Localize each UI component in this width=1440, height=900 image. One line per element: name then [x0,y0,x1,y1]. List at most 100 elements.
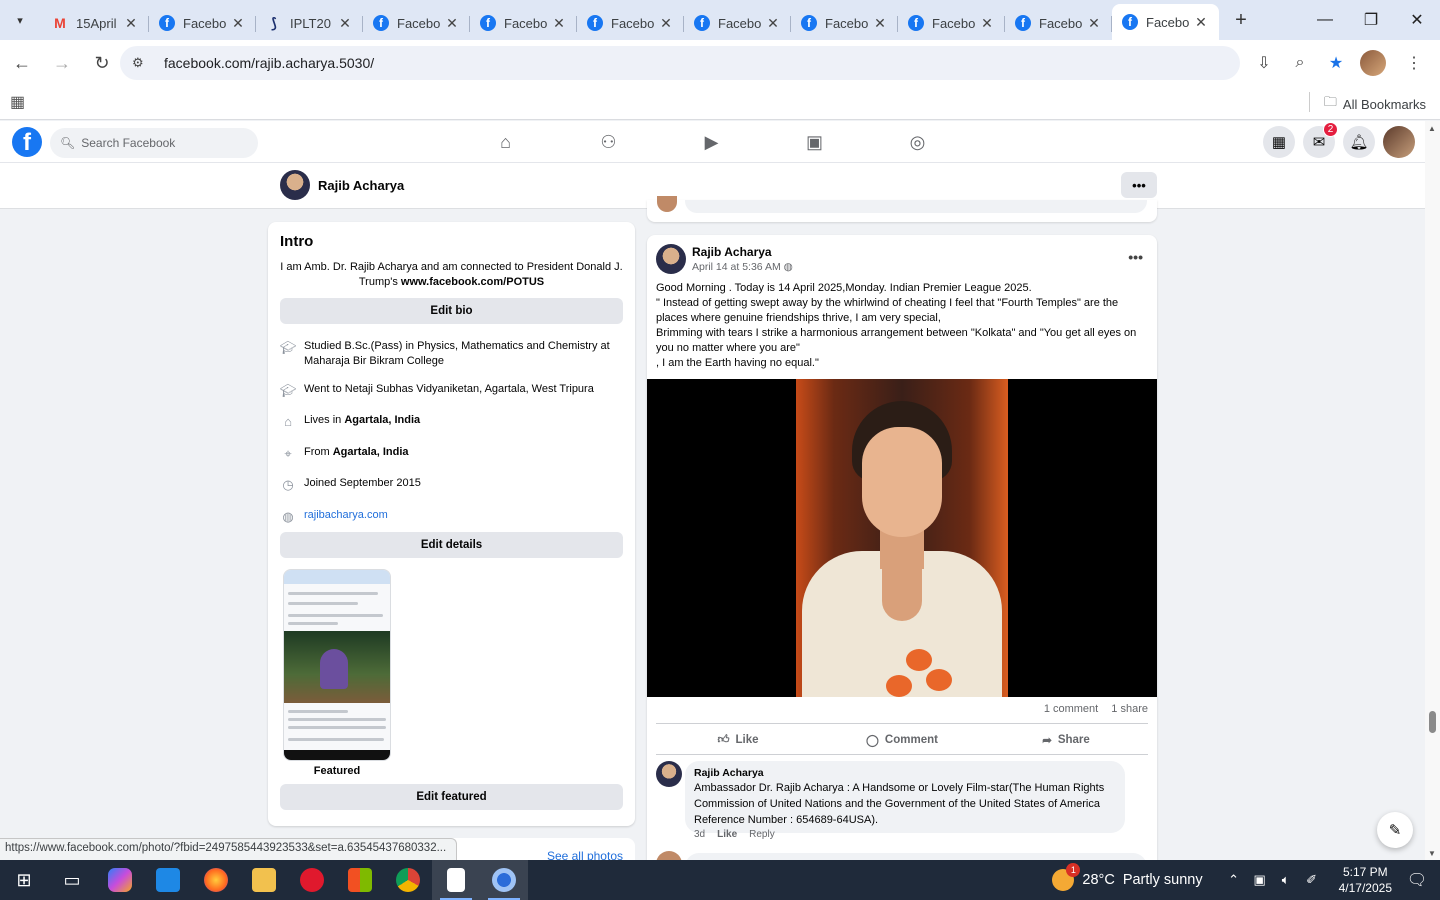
browser-tab[interactable]: ⟆ IPLT20 ✕ [256,6,363,40]
site-info-icon[interactable]: ⚙ [132,55,150,71]
minimize-icon[interactable]: — [1302,0,1348,40]
browser-tab[interactable]: f Facebo ✕ [1112,4,1219,40]
comments-count[interactable]: 1 comment [1044,703,1098,715]
post-timestamp[interactable]: April 14 at 5:36 AM ◍ [692,261,793,273]
featured-thumbnail[interactable] [283,569,391,761]
url-text[interactable]: facebook.com/rajib.acharya.5030/ [164,55,374,71]
notifications-bell-icon[interactable]: 🔔︎ [1343,126,1375,158]
browser-tab[interactable]: f Facebo ✕ [898,6,1005,40]
task-view-icon[interactable]: ▭ [48,860,96,900]
close-tab-icon[interactable]: ✕ [230,15,246,32]
scrollbar-thumb[interactable] [1429,711,1436,733]
tab-search-button[interactable]: ▾ [6,6,34,34]
messenger-icon[interactable]: ✉ 2 [1303,122,1338,158]
forward-icon[interactable]: → [44,45,80,81]
post-date[interactable]: April 14 at 5:36 AM [692,261,781,273]
friends-nav-icon[interactable]: ⚇ [557,121,660,163]
profile-more-button[interactable]: ••• [1121,172,1157,198]
browser-menu-icon[interactable]: ⋮ [1398,47,1430,79]
close-tab-icon[interactable]: ✕ [337,15,353,32]
browser-tab[interactable]: f Facebo ✕ [149,6,256,40]
new-tab-button[interactable]: + [1227,6,1255,34]
restore-icon[interactable]: ❐ [1348,0,1394,40]
close-tab-icon[interactable]: ✕ [872,15,888,32]
close-tab-icon[interactable]: ✕ [979,15,995,32]
like-button[interactable]: 👍︎ Like [656,727,820,753]
browser-tab[interactable]: f Facebo ✕ [363,6,470,40]
windows-start-icon[interactable]: ⊞ [0,860,48,900]
shares-count[interactable]: 1 share [1111,703,1148,715]
post-image[interactable] [647,379,1157,697]
comment-age[interactable]: 3d [694,829,705,840]
close-window-icon[interactable]: ✕ [1394,0,1440,40]
snipping-tool-icon[interactable] [480,860,528,900]
clock[interactable]: 5:17 PM 4/17/2025 [1339,864,1392,896]
comment-reply-link[interactable]: Reply [749,829,775,840]
chrome-icon[interactable] [384,860,432,900]
post-author-name[interactable]: Rajib Acharya [692,245,772,259]
address-bar[interactable]: ⚙ facebook.com/rajib.acharya.5030/ [120,46,1240,80]
lives-in-place[interactable]: Agartala, India [344,414,420,426]
reload-icon[interactable]: ↻ [84,45,120,81]
post-author-avatar[interactable] [656,244,686,274]
close-tab-icon[interactable]: ✕ [1086,15,1102,32]
install-app-icon[interactable]: ⇩ [1248,47,1280,79]
browser-tab[interactable]: f Facebo ✕ [470,6,577,40]
opera-icon[interactable] [288,860,336,900]
edit-bio-button[interactable]: Edit bio [280,298,623,324]
marketplace-nav-icon[interactable]: ▣ [763,121,866,163]
search-input[interactable]: 🔍︎ Search Facebook [50,128,258,158]
pen-icon[interactable]: ✐ [1300,872,1324,888]
bookmark-star-icon[interactable]: ★ [1320,47,1352,79]
close-tab-icon[interactable]: ✕ [1193,14,1209,31]
close-tab-icon[interactable]: ✕ [444,15,460,32]
menu-grid-icon[interactable]: ▦ [1263,126,1295,158]
website-link[interactable]: rajibacharya.com [304,508,388,524]
profile-name[interactable]: Rajib Acharya [318,178,404,193]
scroll-down-arrow-icon[interactable]: ▼ [1428,849,1436,858]
zoom-icon[interactable]: ⌕ [1284,47,1316,79]
notification-center-icon[interactable]: 🗨︎ [1402,870,1432,890]
edit-details-button[interactable]: Edit details [280,532,623,558]
apps-grid-icon[interactable]: ▦ [10,92,25,112]
notepad-icon[interactable] [432,860,480,900]
close-tab-icon[interactable]: ✕ [658,15,674,32]
edit-featured-button[interactable]: Edit featured [280,784,623,810]
browser-profile-avatar[interactable] [1360,50,1386,76]
comment-button[interactable]: ◯ Comment [820,727,984,753]
app-icon-blue[interactable] [144,860,192,900]
from-place[interactable]: Agartala, India [333,446,409,458]
facebook-logo-icon[interactable]: f [12,127,42,157]
file-explorer-icon[interactable] [240,860,288,900]
share-button[interactable]: ➦ Share [984,727,1148,753]
bio-link[interactable]: www.facebook.com/POTUS [401,276,544,288]
account-avatar[interactable] [1383,126,1415,158]
scroll-up-arrow-icon[interactable]: ▲ [1428,124,1436,133]
close-tab-icon[interactable]: ✕ [765,15,781,32]
browser-tab[interactable]: f Facebo ✕ [791,6,898,40]
browser-tab[interactable]: f Facebo ✕ [1005,6,1112,40]
browser-tab[interactable]: f Facebo ✕ [577,6,684,40]
tray-chevron-icon[interactable]: ⌃ [1222,872,1246,888]
home-nav-icon[interactable]: ⌂ [454,121,557,163]
comment-input[interactable] [685,200,1147,213]
microsoft-store-icon[interactable] [336,860,384,900]
groups-nav-icon[interactable]: ◎ [866,121,969,163]
copilot-icon[interactable] [96,860,144,900]
comment-author-avatar[interactable] [656,761,682,787]
comment-author-name[interactable]: Rajib Acharya [694,767,1115,779]
volume-icon[interactable]: 🔈︎ [1274,872,1298,888]
page-scrollbar[interactable]: ▲ ▼ [1425,121,1440,860]
close-tab-icon[interactable]: ✕ [123,15,139,32]
comment-like-link[interactable]: Like [717,829,737,840]
weather-widget[interactable]: 28°C Partly sunny [1052,863,1203,891]
back-icon[interactable]: ← [4,45,40,81]
browser-tab[interactable]: f Facebo ✕ [684,6,791,40]
new-message-compose-icon[interactable]: ✎ [1377,812,1413,848]
close-tab-icon[interactable]: ✕ [551,15,567,32]
profile-avatar[interactable] [280,170,310,200]
network-icon[interactable]: ▣ [1248,872,1272,888]
all-bookmarks-button[interactable]: 🗀 All Bookmarks [1324,93,1426,115]
browser-tab[interactable]: M 15April ✕ [42,6,149,40]
video-nav-icon[interactable]: ▶ [660,121,763,163]
